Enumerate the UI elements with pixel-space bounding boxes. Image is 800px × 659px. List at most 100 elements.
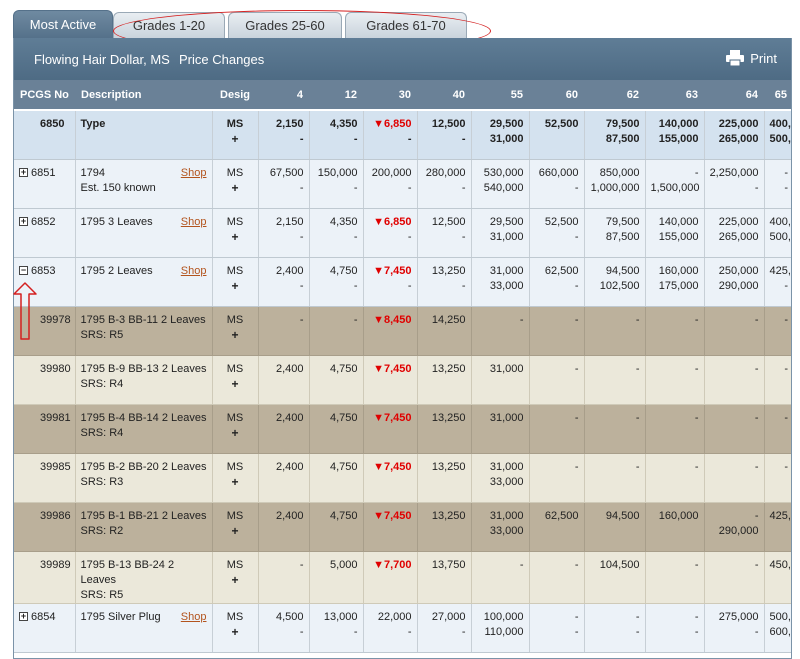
plus-price-value [710, 377, 759, 392]
shop-link[interactable]: Shop [181, 166, 207, 181]
table-row: −6853 1795 2 Leaves Shop MS +2,400-4,750- ▼7,… [14, 257, 792, 307]
plus-price-value: 87,500 [605, 230, 640, 243]
shop-link[interactable]: Shop [181, 610, 207, 625]
plus-price-value [315, 377, 358, 392]
table-row: 39985 1795 B-2 BB-20 2 Leaves SRS: R3 MS +2,… [14, 453, 791, 503]
price-value: 94,500 [605, 509, 640, 522]
description-subtext: SRS: R3 [80, 475, 124, 488]
price-cell-grade-63: - [645, 453, 705, 503]
price-value: 31,000 [489, 362, 524, 375]
plus-price-value [535, 328, 579, 343]
plus-price-value: - [353, 181, 358, 194]
tab-grades-25-60[interactable]: Grades 25-60 [228, 12, 342, 38]
plus-price-value: 33,000 [489, 475, 524, 488]
plus-price-value: - [407, 133, 412, 145]
description-subtext: Est. 150 known [80, 181, 156, 194]
plus-price-value: 33,000 [489, 524, 524, 537]
price-value: 4,500 [275, 610, 304, 623]
plus-price-value [590, 426, 640, 441]
price-value: 140,000 [658, 215, 699, 228]
price-value: 4,750 [329, 509, 358, 522]
desig-cell: MS + [212, 306, 259, 356]
expand-icon[interactable]: + [19, 612, 28, 622]
plus-price-value [710, 573, 759, 588]
plus-price-value [770, 426, 789, 441]
plus-price-value [423, 426, 466, 441]
plus-price-value [710, 426, 759, 441]
plus-price-value [590, 573, 640, 588]
plus-price-value [423, 524, 466, 539]
table-header-row: PCGS No Description Desig 4 12 30 40 55 … [14, 80, 791, 111]
price-value: 29,500 [489, 215, 524, 228]
plus-price-value [315, 328, 358, 343]
price-cell-grade-12: 4,750 [309, 404, 364, 454]
price-cell-grade-64: - [704, 453, 765, 503]
plus-price-value [423, 475, 466, 490]
price-cell-grade-62: 850,000 1,000,000 [584, 159, 646, 209]
price-value: ▼7,700 [373, 558, 412, 571]
price-value: - [784, 411, 788, 424]
plus-price-value: - [461, 133, 466, 145]
price-cell-grade-60: - [529, 404, 585, 454]
plus-price-value [264, 475, 304, 490]
price-cell-grade-4: 2,400 [258, 453, 310, 503]
price-value: 13,250 [431, 264, 466, 277]
price-cell-grade-4: 2,400 [258, 502, 310, 552]
plus-price-value [477, 426, 524, 441]
price-cell-grade-60: - [529, 551, 585, 604]
table-row: 39989 1795 B-13 BB-24 2 Leaves SRS: R5 MS + -… [14, 551, 791, 604]
plus-price-value [369, 475, 412, 490]
price-cell-grade-62: 104,500 [584, 551, 646, 604]
pcgs-number: 6850 [40, 118, 65, 130]
plus-price-value: - [353, 230, 358, 243]
tab-grades-61-70[interactable]: Grades 61-70 [345, 12, 467, 38]
plus-price-value: 175,000 [658, 279, 699, 292]
price-cell-grade-63: - [645, 404, 705, 454]
price-value: 100,000 [483, 610, 524, 623]
price-value: 2,400 [275, 460, 304, 473]
plus-price-value: 290,000 [718, 279, 759, 292]
price-value: - [299, 313, 304, 326]
desig-plus: + [231, 376, 239, 391]
price-cell-grade-65: 400,000 500,000 [764, 208, 791, 258]
desig-text: MS [226, 166, 244, 179]
desig-cell: MS + [212, 603, 259, 653]
collapse-icon[interactable]: − [19, 266, 28, 276]
tab-grades-1-20[interactable]: Grades 1-20 [113, 12, 225, 38]
plus-price-value: - [461, 230, 466, 243]
expand-icon[interactable]: + [19, 168, 28, 178]
price-value: - [754, 411, 759, 424]
col-grade-4: 4 [258, 80, 309, 111]
price-value: - [635, 411, 640, 424]
price-cell-grade-55: 530,000 540,000 [471, 159, 530, 209]
price-cell-grade-55: 31,000 33,000 [471, 453, 530, 503]
price-cell-grade-65: - [764, 306, 791, 356]
description-text: 1795 B-2 BB-20 2 Leaves [80, 460, 207, 473]
price-value: 850,000 [599, 166, 640, 179]
price-value: 13,250 [431, 460, 466, 473]
shop-link[interactable]: Shop [181, 264, 207, 279]
pcgs-number: 39989 [40, 558, 71, 571]
price-cell-grade-64: 250,000 290,000 [704, 257, 765, 307]
col-grade-30: 30 [363, 80, 417, 111]
expand-icon[interactable]: + [19, 217, 28, 227]
price-table: PCGS No Description Desig 4 12 30 40 55 … [14, 80, 792, 653]
price-value: 425,000 [769, 264, 792, 277]
plus-price-value [477, 573, 524, 588]
desig-plus: + [231, 132, 239, 146]
price-value: 4,750 [329, 411, 358, 424]
desig-text: MS [226, 558, 244, 571]
print-button[interactable]: Print [726, 50, 777, 66]
price-cell-grade-63: 160,000 [645, 502, 705, 552]
price-value: - [574, 411, 579, 424]
tab-most-active[interactable]: Most Active [13, 10, 113, 38]
price-value: - [635, 362, 640, 375]
price-value: 94,500 [605, 264, 640, 277]
shop-link[interactable]: Shop [181, 215, 207, 230]
plus-price-value: - [461, 625, 466, 638]
pcgs-number: 39986 [40, 509, 71, 522]
price-value: 29,500 [489, 118, 524, 130]
plus-price-value: - [461, 279, 466, 292]
pcgs-cell: +6851 [14, 159, 76, 209]
plus-price-value: - [353, 279, 358, 292]
